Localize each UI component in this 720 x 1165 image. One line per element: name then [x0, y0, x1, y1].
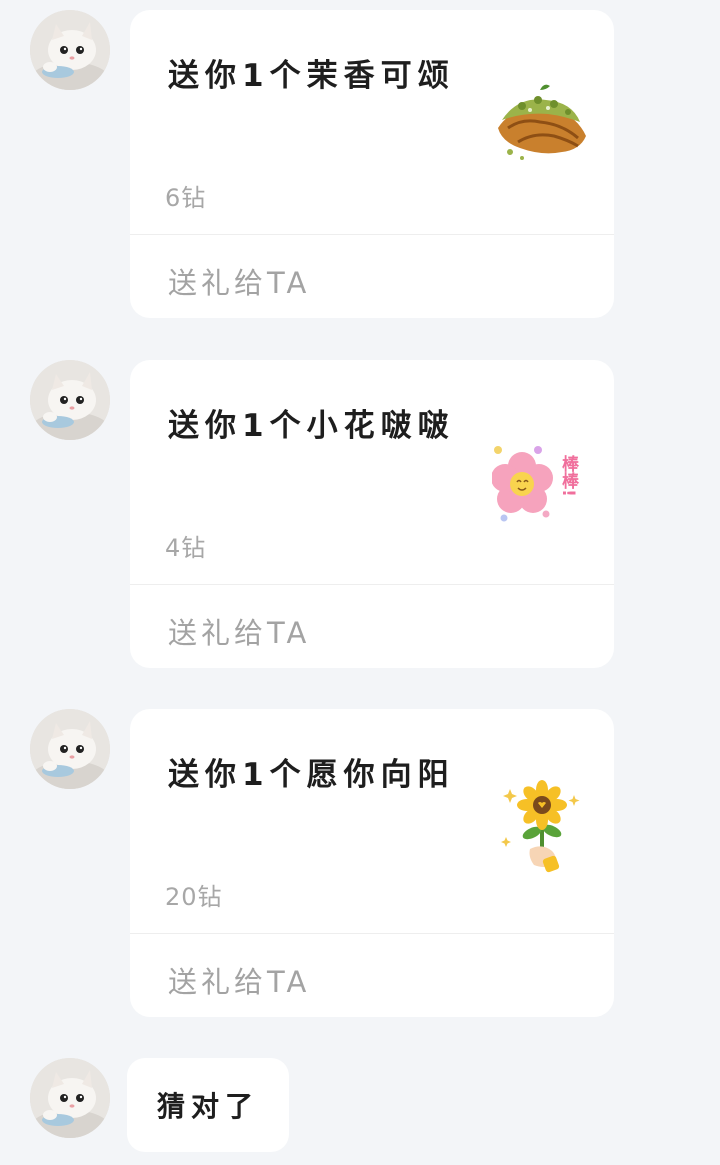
avatar[interactable] — [30, 1058, 110, 1138]
gift-card[interactable]: 送你1个愿你向阳 20钻 送礼给TA — [130, 709, 614, 1017]
kitten-avatar-icon — [30, 360, 110, 440]
divider — [130, 933, 614, 934]
gift-price: 4钻 — [165, 534, 207, 562]
sunflower-icon — [492, 775, 592, 875]
send-gift-button[interactable]: 送礼给TA — [168, 610, 310, 652]
gift-title: 送你1个愿你向阳 — [168, 757, 455, 793]
send-gift-button[interactable]: 送礼给TA — [168, 260, 310, 302]
text-message-bubble[interactable]: 猜对了 — [127, 1058, 290, 1152]
avatar[interactable] — [30, 10, 110, 90]
divider — [130, 234, 614, 235]
gift-title: 送你1个茉香可颂 — [168, 58, 455, 94]
croissant-icon — [492, 76, 592, 176]
divider — [130, 584, 614, 585]
kitten-avatar-icon — [30, 1058, 110, 1138]
kitten-avatar-icon — [30, 10, 110, 90]
gift-price: 20钻 — [165, 883, 223, 911]
send-gift-button[interactable]: 送礼给TA — [168, 959, 310, 1001]
pink-flower-icon: 棒棒! — [492, 426, 592, 526]
avatar[interactable] — [30, 360, 110, 440]
avatar[interactable] — [30, 709, 110, 789]
bangbang-label: 棒棒! — [558, 454, 579, 497]
gift-card[interactable]: 送你1个小花啵啵 4钻 棒棒! 送礼给TA — [130, 360, 614, 668]
gift-card[interactable]: 送你1个茉香可颂 6钻 送礼给TA — [130, 10, 614, 318]
gift-title: 送你1个小花啵啵 — [168, 408, 455, 444]
kitten-avatar-icon — [30, 709, 110, 789]
gift-price: 6钻 — [165, 184, 207, 212]
